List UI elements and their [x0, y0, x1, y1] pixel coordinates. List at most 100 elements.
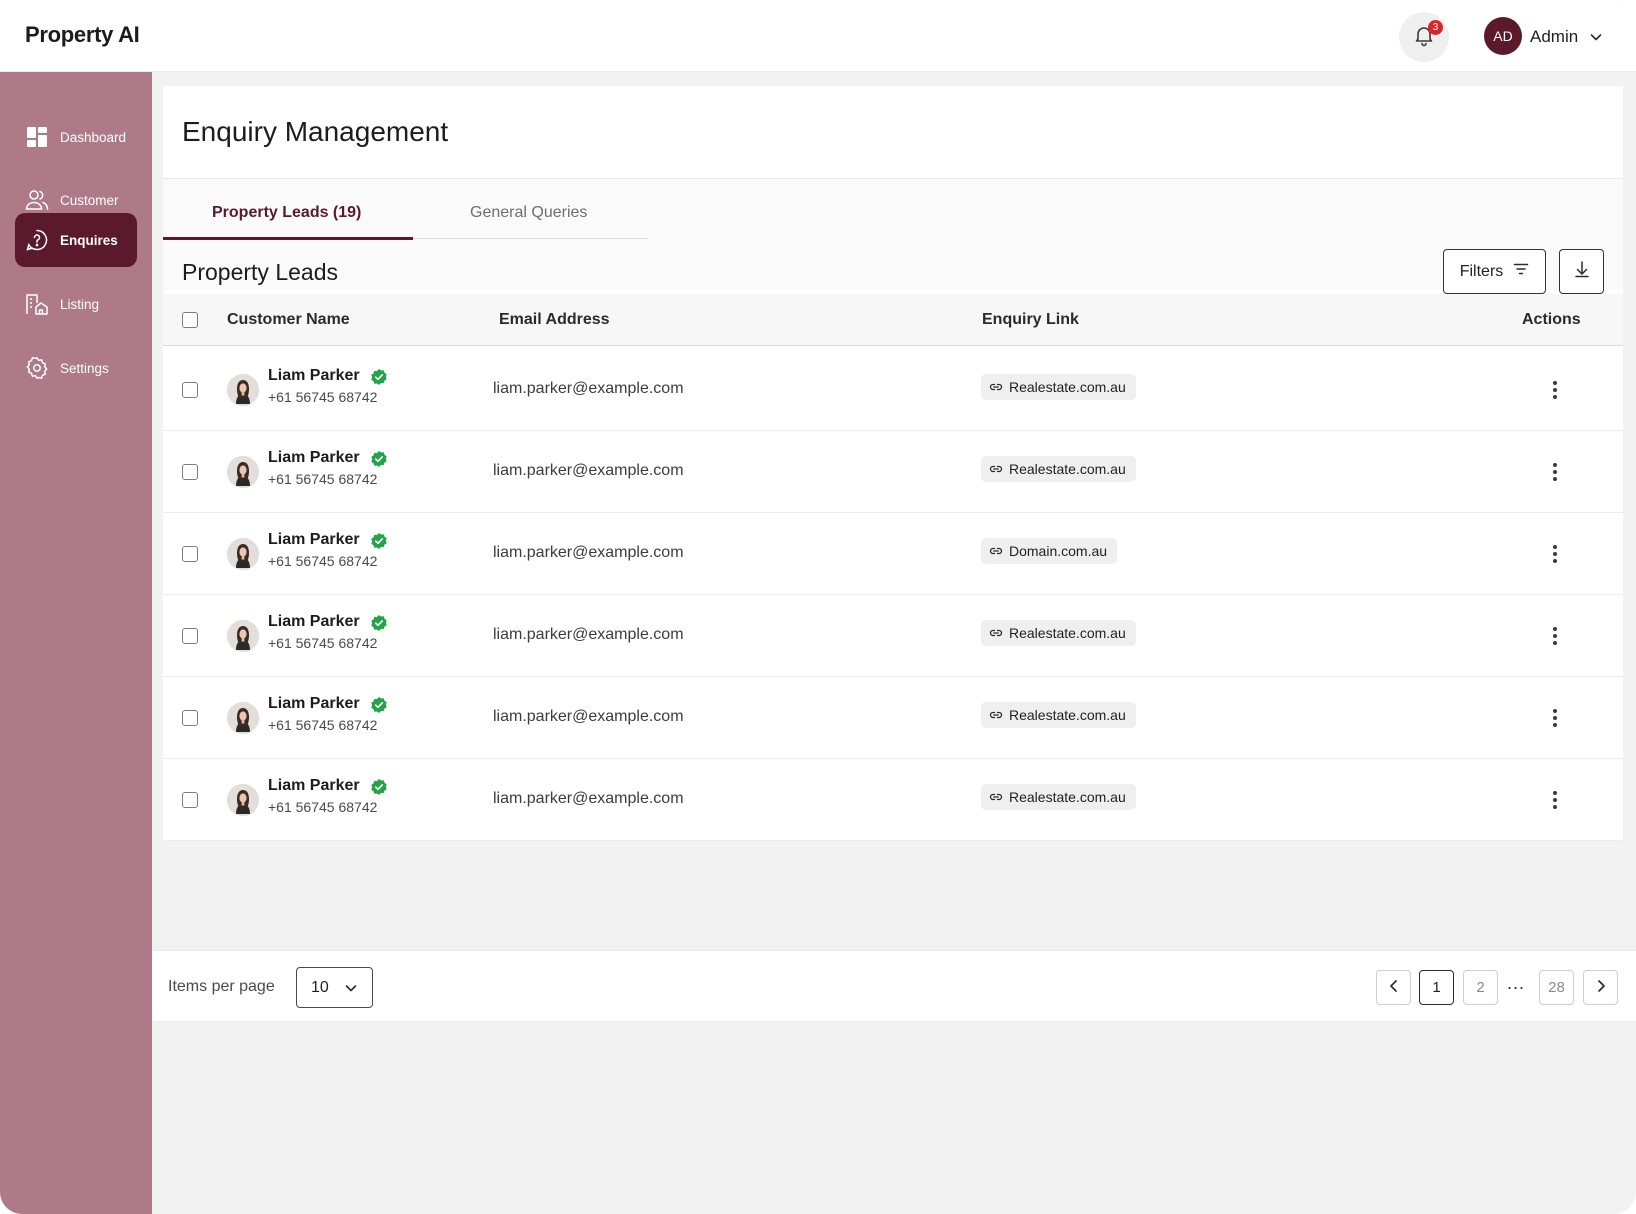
enquiry-link[interactable]: Realestate.com.au — [981, 702, 1136, 728]
building-icon — [24, 291, 50, 317]
table-row[interactable]: Liam Parker +61 56745 68742 liam.parker@ex… — [163, 595, 1623, 677]
row-checkbox[interactable] — [182, 792, 198, 808]
chevron-right-icon — [1595, 979, 1607, 997]
enquiry-link-label: Realestate.com.au — [1009, 707, 1126, 723]
pagination-ellipsis: ... — [1507, 973, 1526, 993]
download-icon — [1574, 260, 1590, 283]
table-header: Customer Name Email Address Enquiry Link… — [163, 294, 1623, 346]
next-page-button[interactable] — [1583, 970, 1618, 1005]
sidebar-item-label: Customer — [60, 192, 119, 208]
table-row[interactable]: Liam Parker +61 56745 68742 liam.parker@ex… — [163, 349, 1623, 431]
row-checkbox[interactable] — [182, 546, 198, 562]
customer-email: liam.parker@example.com — [493, 708, 684, 725]
tabs-area — [163, 179, 1623, 290]
sidebar-item-label: Listing — [60, 296, 100, 312]
column-header-customer-name[interactable]: Customer Name — [227, 311, 350, 329]
more-vertical-icon — [1552, 626, 1558, 646]
customer-phone: +61 56745 68742 — [268, 717, 378, 733]
items-per-page-select[interactable]: 10 — [296, 967, 373, 1008]
customer-email: liam.parker@example.com — [493, 790, 684, 807]
row-actions-button[interactable] — [1540, 539, 1570, 569]
customer-email: liam.parker@example.com — [493, 462, 684, 479]
row-checkbox[interactable] — [182, 464, 198, 480]
table-row[interactable]: Liam Parker +61 56745 68742 liam.parker@ex… — [163, 759, 1623, 841]
customer-avatar — [227, 374, 259, 406]
enquiry-link[interactable]: Realestate.com.au — [981, 374, 1136, 400]
customer-email: liam.parker@example.com — [493, 544, 684, 561]
customer-avatar — [227, 620, 259, 652]
link-icon — [989, 545, 1003, 557]
verified-badge-icon — [370, 450, 388, 473]
items-per-page-label: Items per page — [168, 978, 275, 995]
link-icon — [989, 627, 1003, 639]
customer-name: Liam Parker — [268, 531, 360, 548]
enquiry-link[interactable]: Realestate.com.au — [981, 784, 1136, 810]
more-vertical-icon — [1552, 544, 1558, 564]
sidebar: Dashboard Customer Enquires Listing Sett — [0, 72, 152, 1214]
enquiry-link[interactable]: Realestate.com.au — [981, 620, 1136, 646]
enquiry-link[interactable]: Domain.com.au — [981, 538, 1118, 564]
customer-name: Liam Parker — [268, 777, 360, 794]
filters-button[interactable]: Filters — [1443, 249, 1546, 294]
customer-avatar — [227, 456, 259, 488]
dashboard-icon — [24, 124, 50, 150]
row-actions-button[interactable] — [1540, 375, 1570, 405]
select-all-checkbox[interactable] — [182, 312, 198, 328]
customer-phone: +61 56745 68742 — [268, 799, 378, 815]
customer-avatar — [227, 538, 259, 570]
sidebar-item-label: Dashboard — [60, 129, 127, 145]
verified-badge-icon — [370, 778, 388, 801]
enquiry-link-label: Realestate.com.au — [1009, 789, 1126, 805]
column-header-actions: Actions — [1522, 311, 1581, 328]
row-actions-button[interactable] — [1540, 457, 1570, 487]
row-checkbox[interactable] — [182, 710, 198, 726]
table-row[interactable]: Liam Parker +61 56745 68742 liam.parker@ex… — [163, 677, 1623, 759]
customer-name: Liam Parker — [268, 695, 360, 712]
row-checkbox[interactable] — [182, 628, 198, 644]
sidebar-item-listing[interactable]: Listing — [15, 277, 137, 331]
previous-page-button[interactable] — [1376, 970, 1411, 1005]
enquiry-link-label: Realestate.com.au — [1009, 625, 1126, 641]
user-avatar[interactable]: AD — [1484, 17, 1522, 55]
download-button[interactable] — [1559, 249, 1604, 294]
sidebar-item-enquires[interactable]: Enquires — [15, 213, 137, 267]
tab-general-queries[interactable]: General Queries — [470, 204, 587, 222]
tab-property-leads[interactable]: Property Leads (19) — [212, 204, 361, 222]
link-icon — [989, 381, 1003, 393]
table-row[interactable]: Liam Parker +61 56745 68742 liam.parker@ex… — [163, 431, 1623, 513]
items-per-page-value: 10 — [311, 978, 329, 996]
brand-logo[interactable]: Property AI — [25, 22, 140, 48]
filters-label: Filters — [1459, 262, 1504, 280]
user-name[interactable]: Admin — [1530, 27, 1578, 47]
chevron-down-icon[interactable] — [1589, 30, 1603, 49]
more-vertical-icon — [1552, 708, 1558, 728]
column-header-email[interactable]: Email Address — [499, 311, 610, 329]
sidebar-item-label: Settings — [60, 360, 109, 376]
verified-badge-icon — [370, 614, 388, 637]
column-header-enquiry-link[interactable]: Enquiry Link — [982, 311, 1079, 329]
notifications-button[interactable]: 3 — [1399, 12, 1449, 62]
customer-email: liam.parker@example.com — [493, 380, 684, 397]
row-actions-button[interactable] — [1540, 785, 1570, 815]
customer-avatar — [227, 784, 259, 816]
enquiry-link-label: Realestate.com.au — [1009, 461, 1126, 477]
customer-email: liam.parker@example.com — [493, 626, 684, 643]
gear-icon — [24, 355, 50, 381]
page-button-28[interactable]: 28 — [1539, 970, 1574, 1005]
row-actions-button[interactable] — [1540, 703, 1570, 733]
sidebar-item-dashboard[interactable]: Dashboard — [15, 110, 137, 164]
customer-name: Liam Parker — [268, 367, 360, 384]
row-actions-button[interactable] — [1540, 621, 1570, 651]
row-checkbox[interactable] — [182, 382, 198, 398]
page-button-2[interactable]: 2 — [1463, 970, 1498, 1005]
page-button-1[interactable]: 1 — [1419, 970, 1454, 1005]
customer-phone: +61 56745 68742 — [268, 389, 378, 405]
sidebar-item-settings[interactable]: Settings — [15, 341, 137, 395]
enquiry-card: Enquiry Management Property Leads (19) G… — [163, 86, 1623, 841]
filter-icon — [1513, 262, 1529, 281]
table-row[interactable]: Liam Parker +61 56745 68742 liam.parker@ex… — [163, 513, 1623, 595]
app-frame: Property AI 3 AD Admin Dashboard Custome… — [0, 0, 1636, 1214]
chevron-down-icon — [344, 981, 358, 1000]
active-tab-indicator — [163, 237, 413, 240]
enquiry-link[interactable]: Realestate.com.au — [981, 456, 1136, 482]
